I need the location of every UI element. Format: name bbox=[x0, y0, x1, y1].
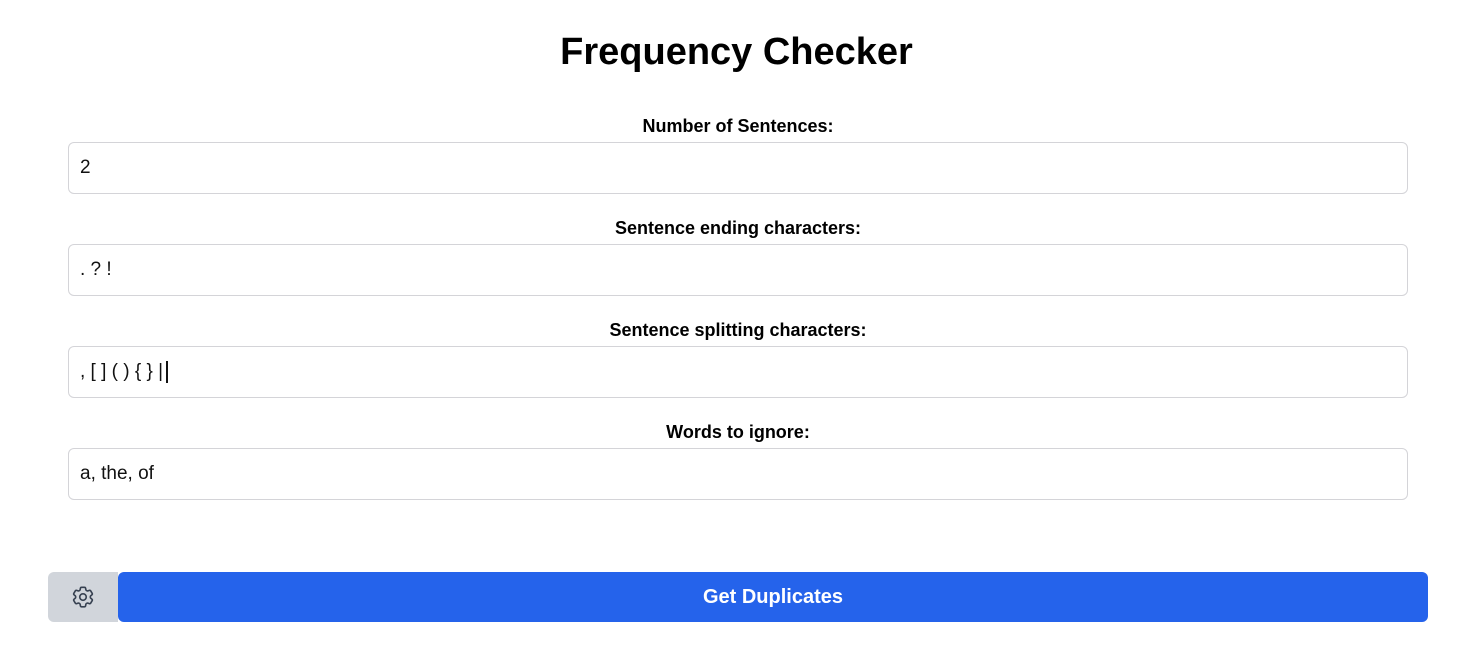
page-title: Frequency Checker bbox=[560, 31, 913, 73]
ending-chars-label: Sentence ending characters: bbox=[614, 218, 862, 238]
sentences-label: Number of Sentences: bbox=[642, 116, 834, 136]
ignore-words-label: Words to ignore: bbox=[666, 422, 810, 442]
get-duplicates-button[interactable]: Get Duplicates bbox=[118, 572, 1428, 622]
gear-icon bbox=[70, 584, 96, 610]
ignore-words-input[interactable] bbox=[68, 448, 1408, 500]
splitting-chars-label: Sentence splitting characters: bbox=[609, 320, 867, 340]
ending-chars-input[interactable] bbox=[68, 244, 1408, 296]
splitting-chars-input[interactable]: , [ ] ( ) { } | bbox=[68, 346, 1408, 398]
sentences-input[interactable] bbox=[68, 142, 1408, 194]
frequency-checker-page: Frequency Checker Number of Sentences: S… bbox=[0, 0, 1473, 652]
splitting-chars-value: , [ ] ( ) { } | bbox=[80, 361, 164, 382]
text-caret bbox=[166, 361, 169, 383]
settings-button[interactable] bbox=[48, 572, 118, 622]
